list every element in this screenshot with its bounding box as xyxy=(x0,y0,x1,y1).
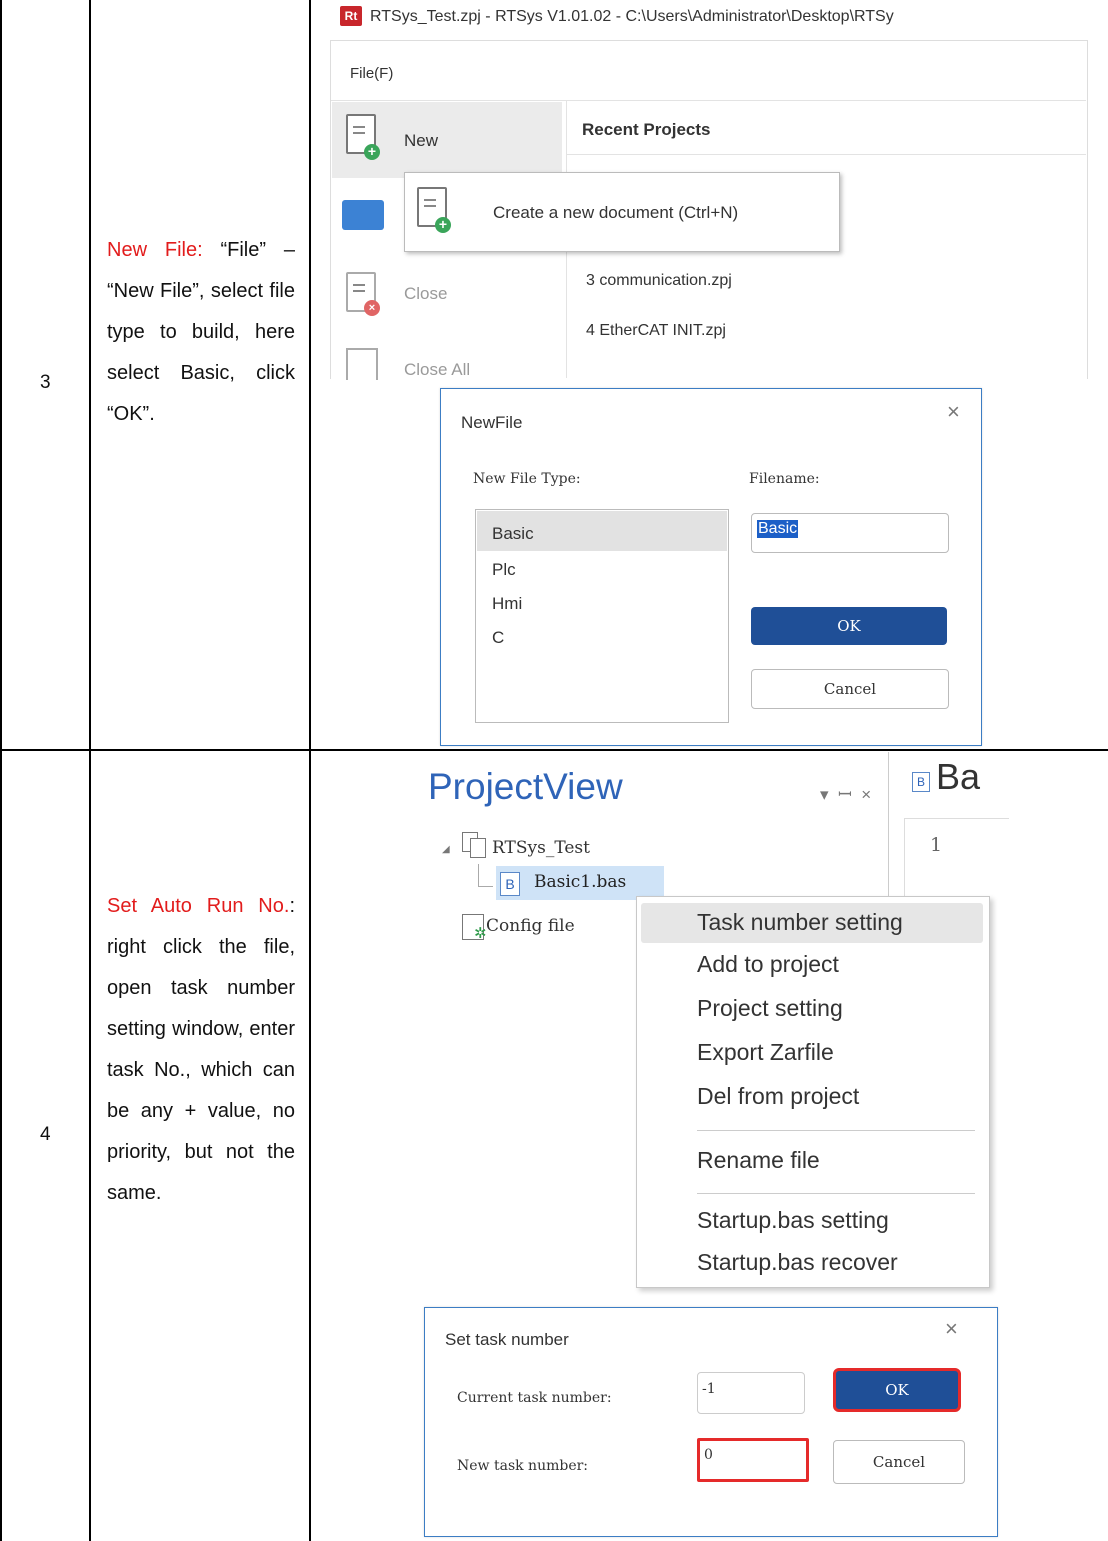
file-type-list[interactable]: Basic Plc Hmi C xyxy=(475,509,729,723)
projectview-title: ProjectView xyxy=(428,766,623,807)
project-icon-sheet xyxy=(470,838,486,858)
task-dialog-title: Set task number xyxy=(445,1330,569,1349)
cancel-button[interactable]: Cancel xyxy=(833,1440,965,1484)
step-title-4: Set Auto Run No. xyxy=(107,895,290,917)
newfile-title: NewFile xyxy=(461,413,523,432)
menu-divider xyxy=(331,100,1086,101)
current-task-number-field: -1 xyxy=(697,1372,805,1414)
table-border-left xyxy=(0,0,2,1541)
filename-label: Filename: xyxy=(749,471,820,487)
close-icon[interactable]: × xyxy=(947,399,960,425)
step-description-3: New File: “File” – “New File”, select fi… xyxy=(107,230,295,435)
ok-button[interactable]: OK xyxy=(833,1368,961,1412)
tree-connector xyxy=(478,864,493,887)
table-divider-col1 xyxy=(89,0,91,1541)
recent-projects-header: Recent Projects xyxy=(582,120,711,139)
gear-icon: ✲ xyxy=(474,925,487,942)
menu-item-project-setting[interactable]: Project setting xyxy=(637,995,989,1022)
menu-item-startup-setting[interactable]: Startup.bas setting xyxy=(637,1207,989,1234)
bas-file-icon: B xyxy=(500,872,520,896)
table-divider-col2 xyxy=(309,0,311,1541)
file-type-basic[interactable]: Basic xyxy=(492,524,534,544)
ok-button[interactable]: OK xyxy=(751,607,947,645)
menu-item-export-zarfile[interactable]: Export Zarfile xyxy=(637,1039,989,1066)
close-icon[interactable]: × xyxy=(945,1316,958,1342)
step-number-4: 4 xyxy=(40,1124,51,1145)
new-file-type-label: New File Type: xyxy=(473,471,581,487)
close-all-icon xyxy=(346,348,378,380)
recent-item[interactable]: 3 communication.zpj xyxy=(586,272,732,290)
plus-icon: + xyxy=(364,144,380,160)
menu-separator xyxy=(697,1130,975,1131)
window-titlebar: Rt RTSys_Test.zpj - RTSys V1.01.02 - C:\… xyxy=(330,0,1108,40)
open-folder-icon[interactable] xyxy=(342,200,384,230)
new-task-number-label: New task number: xyxy=(457,1458,589,1474)
line-number: 1 xyxy=(930,834,943,856)
project-icon xyxy=(462,832,488,860)
step-text-3: “File” – “New File”, select file type to… xyxy=(107,239,295,425)
new-label: New xyxy=(404,131,439,150)
basic-file-icon: B xyxy=(912,772,930,792)
current-task-number-label: Current task number: xyxy=(457,1390,612,1406)
editor-tab[interactable]: B Ba xyxy=(898,752,1008,800)
tooltip-plus-icon: + xyxy=(435,217,451,233)
menu-item-del-from-project[interactable]: Del from project xyxy=(637,1083,989,1110)
menu-file[interactable]: File(F) xyxy=(350,65,393,82)
recent-header-underline xyxy=(567,154,1086,155)
rtsys-logo: Rt xyxy=(340,6,362,26)
close-all-label[interactable]: Close All xyxy=(404,360,470,380)
step-title-3: New File: xyxy=(107,239,203,261)
menu-item-add-to-project[interactable]: Add to project xyxy=(637,951,989,978)
window-title: RTSys_Test.zpj - RTSys V1.01.02 - C:\Use… xyxy=(370,8,894,25)
rtsys-window: Rt RTSys_Test.zpj - RTSys V1.01.02 - C:\… xyxy=(330,0,1108,380)
step-text-4: : right click the file, open task number… xyxy=(107,895,295,1204)
context-menu: Task number setting Add to project Proje… xyxy=(636,896,990,1288)
table-row-divider xyxy=(0,749,1108,751)
menu-item-rename-file[interactable]: Rename file xyxy=(637,1147,989,1174)
filename-value: Basic xyxy=(757,520,799,538)
close-x-icon: × xyxy=(364,300,380,316)
new-task-number-value: 0 xyxy=(704,1447,713,1463)
close-label[interactable]: Close xyxy=(404,284,447,304)
file-type-hmi[interactable]: Hmi xyxy=(492,594,522,614)
file-type-plc[interactable]: Plc xyxy=(492,560,516,580)
cancel-button[interactable]: Cancel xyxy=(751,669,949,709)
tree-file[interactable]: Basic1.bas xyxy=(534,872,626,892)
step-description-4: Set Auto Run No.: right click the file, … xyxy=(107,886,295,1214)
tooltip-text: Create a new document (Ctrl+N) xyxy=(493,203,739,222)
step-number-3: 3 xyxy=(40,372,51,393)
editor-tab-label: Ba xyxy=(936,756,981,797)
current-task-number-value: -1 xyxy=(702,1381,716,1397)
newfile-dialog: NewFile × New File Type: Filename: Basic… xyxy=(440,388,982,746)
pane-controls[interactable]: ▾ ꟷ × xyxy=(820,782,871,805)
filename-input[interactable]: Basic xyxy=(751,513,949,553)
recent-item[interactable]: 4 EtherCAT INIT.zpj xyxy=(586,322,726,340)
tree-root[interactable]: RTSys_Test xyxy=(492,838,590,858)
set-task-number-dialog: Set task number × Current task number: -… xyxy=(424,1307,998,1537)
menu-item-task-number-setting[interactable]: Task number setting xyxy=(637,909,989,936)
tree-expand-icon[interactable]: ◢ xyxy=(442,844,450,855)
menu-separator xyxy=(697,1193,975,1194)
menu-item-startup-recover[interactable]: Startup.bas recover xyxy=(637,1249,989,1276)
tree-config[interactable]: Config file xyxy=(486,916,575,936)
file-type-c[interactable]: C xyxy=(492,628,504,648)
new-document-tooltip: + Create a new document (Ctrl+N) xyxy=(404,172,840,252)
new-task-number-input[interactable]: 0 xyxy=(697,1438,809,1482)
